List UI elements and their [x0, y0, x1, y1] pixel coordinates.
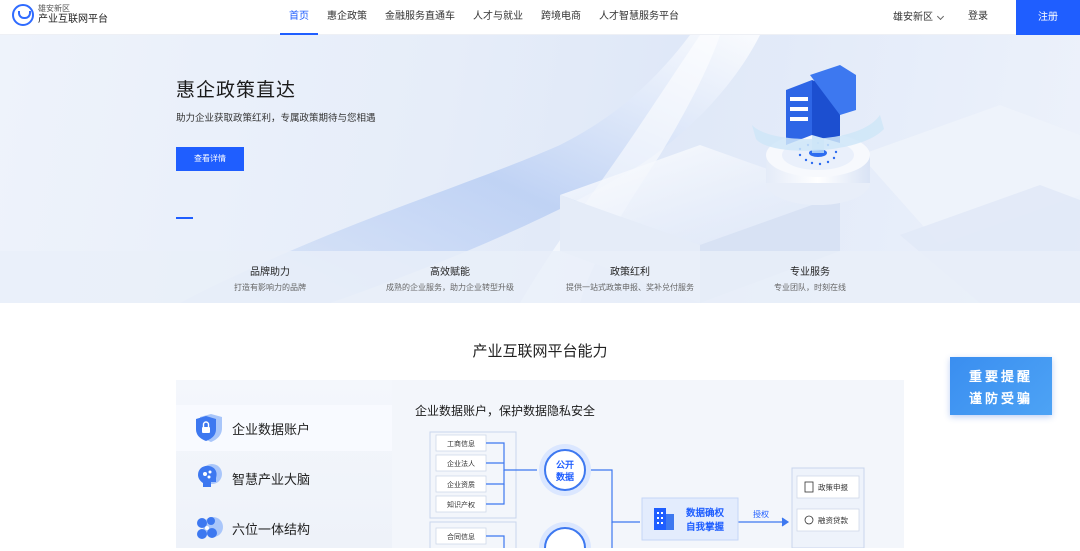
feature-desc: 提供一站式政策申报、奖补兑付服务: [566, 283, 694, 292]
badge-line-2: 谨防受骗: [968, 392, 1033, 407]
feature-title: 品牌助力: [250, 267, 290, 278]
fraud-warning-badge[interactable]: 重要提醒 谨防受骗: [950, 357, 1052, 415]
output-financing-loan: 融资贷款: [818, 515, 848, 525]
feature-desc: 成熟的企业服务，助力企业转型升级: [386, 283, 514, 292]
hero-title: 惠企政策直达: [176, 79, 297, 101]
feature-title: 政策红利: [610, 267, 650, 278]
view-details-button[interactable]: 查看详情: [176, 147, 244, 171]
input-qualification: 企业资质: [447, 480, 475, 489]
tab-enterprise-data-account[interactable]: 企业数据账户: [176, 405, 392, 451]
capability-tabs: 企业数据账户 智慧产业大脑 六位一体结构: [176, 380, 392, 548]
tab-label: 智慧产业大脑: [232, 472, 311, 488]
feature-efficiency[interactable]: 高效赋能 成熟的企业服务，助力企业转型升级: [360, 251, 540, 303]
feature-desc: 专业团队，时刻在线: [774, 283, 846, 292]
nav-finance[interactable]: 金融服务直通车: [376, 0, 464, 35]
logo-title: 产业互联网平台: [38, 14, 108, 25]
hexagon-cluster-icon: [197, 517, 223, 539]
hub-label-1: 公开: [556, 460, 574, 471]
main-nav: 首页 惠企政策 金融服务直通车 人才与就业 跨境电商 人才智慧服务平台: [280, 0, 688, 35]
feature-desc: 打造有影响力的品牌: [234, 283, 306, 292]
input-business-info: 工商信息: [447, 439, 475, 448]
feature-policy[interactable]: 政策红利 提供一站式政策申报、奖补兑付服务: [540, 251, 720, 303]
login-link[interactable]: 登录: [968, 0, 988, 35]
brain-icon: [198, 464, 222, 487]
logo[interactable]: 雄安新区 产业互联网平台: [12, 4, 108, 26]
input-contract: 合同信息: [447, 532, 475, 541]
tab-label: 六位一体结构: [232, 522, 311, 538]
region-label: 雄安新区: [893, 11, 933, 23]
input-ip: 知识产权: [447, 500, 475, 509]
section-title: 产业互联网平台能力: [472, 342, 608, 360]
feature-title: 专业服务: [790, 267, 830, 278]
nav-policies[interactable]: 惠企政策: [318, 0, 376, 35]
authorize-label: 授权: [753, 509, 769, 519]
top-header: 雄安新区 产业互联网平台 首页 惠企政策 金融服务直通车 人才与就业 跨境电商 …: [0, 0, 1080, 35]
feature-strip: 品牌助力 打造有影响力的品牌 高效赋能 成熟的企业服务，助力企业转型升级 政策红…: [0, 251, 1080, 303]
logo-icon: [12, 4, 34, 26]
feature-title: 高效赋能: [430, 267, 470, 278]
data-account-diagram: 工商信息 企业法人 企业资质 知识产权 合同信息 公开 数据 数据确权 自我掌握…: [429, 431, 865, 548]
badge-line-1: 重要提醒: [968, 370, 1033, 385]
tab-six-in-one-structure[interactable]: 六位一体结构: [176, 505, 392, 551]
feature-professional[interactable]: 专业服务 专业团队，时刻在线: [720, 251, 900, 303]
center-label-2: 自我掌握: [686, 521, 725, 533]
capability-detail-panel: 企业数据账户，保护数据隐私安全 工商信息 企业法人 企业资质 知识产权 合同信息: [392, 380, 904, 548]
shield-lock-icon: [196, 414, 222, 442]
carousel-indicator[interactable]: [176, 217, 193, 219]
output-policy-application: 政策申报: [818, 482, 848, 492]
nav-talent-jobs[interactable]: 人才与就业: [464, 0, 532, 35]
register-button[interactable]: 注册: [1016, 0, 1080, 35]
hero-banner: 惠企政策直达 助力企业获取政策红利，专属政策期待与您相遇 查看详情 品牌助力 打…: [0, 35, 1080, 303]
center-label-1: 数据确权: [685, 507, 725, 519]
feature-brand[interactable]: 品牌助力 打造有影响力的品牌: [180, 251, 360, 303]
hero-description: 助力企业获取政策红利，专属政策期待与您相遇: [176, 113, 376, 124]
nav-talent-platform[interactable]: 人才智慧服务平台: [590, 0, 688, 35]
nav-ecommerce[interactable]: 跨境电商: [532, 0, 590, 35]
chevron-down-icon: [936, 12, 945, 20]
hub-label-2: 数据: [556, 471, 574, 483]
tab-label: 企业数据账户: [232, 422, 311, 438]
tab-smart-industry-brain[interactable]: 智慧产业大脑: [176, 455, 392, 501]
region-selector[interactable]: 雄安新区: [893, 0, 945, 35]
input-legal-person: 企业法人: [447, 459, 475, 468]
nav-home[interactable]: 首页: [280, 0, 318, 35]
logo-subtitle: 雄安新区: [38, 4, 70, 13]
